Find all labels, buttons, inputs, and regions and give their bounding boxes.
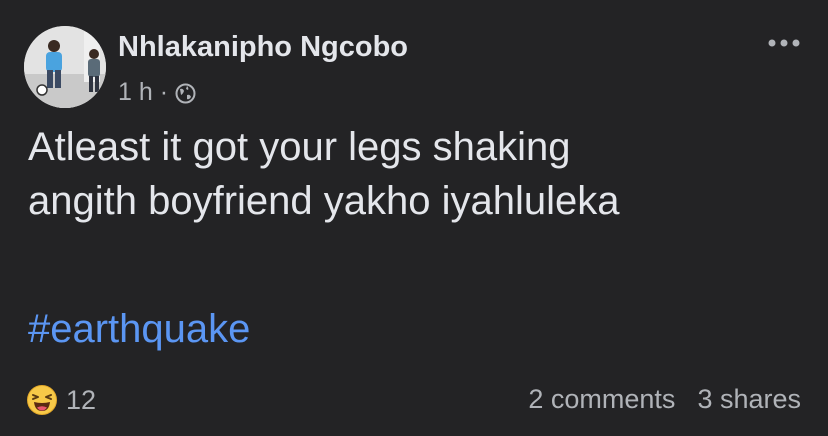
author-name[interactable]: Nhlakanipho Ngcobo — [118, 31, 408, 64]
meta-separator: · — [159, 78, 169, 106]
post-timestamp[interactable]: 1 h — [118, 78, 153, 107]
post-text-line: angith boyfriend yakho iyahluleka — [28, 179, 620, 223]
more-options-button[interactable] — [764, 30, 804, 56]
reaction-count: 12 — [66, 384, 97, 415]
post-text: Atleast it got your legs shaking angith … — [28, 120, 808, 228]
comments-count-link[interactable]: 2 comments — [528, 384, 675, 415]
hashtag-link[interactable]: #earthquake — [28, 302, 250, 356]
haha-reaction-icon — [27, 385, 57, 415]
globe-icon — [175, 82, 196, 104]
more-options-icon — [768, 39, 800, 47]
post-meta: 1 h · — [118, 78, 196, 107]
avatar-photo — [24, 26, 106, 108]
engagement-summary: 2 comments 3 shares — [528, 384, 801, 415]
post-text-line: Atleast it got your legs shaking — [28, 125, 571, 169]
reactions-summary[interactable]: 12 — [26, 384, 96, 416]
author-avatar[interactable] — [24, 26, 106, 108]
shares-count-link[interactable]: 3 shares — [697, 384, 801, 415]
